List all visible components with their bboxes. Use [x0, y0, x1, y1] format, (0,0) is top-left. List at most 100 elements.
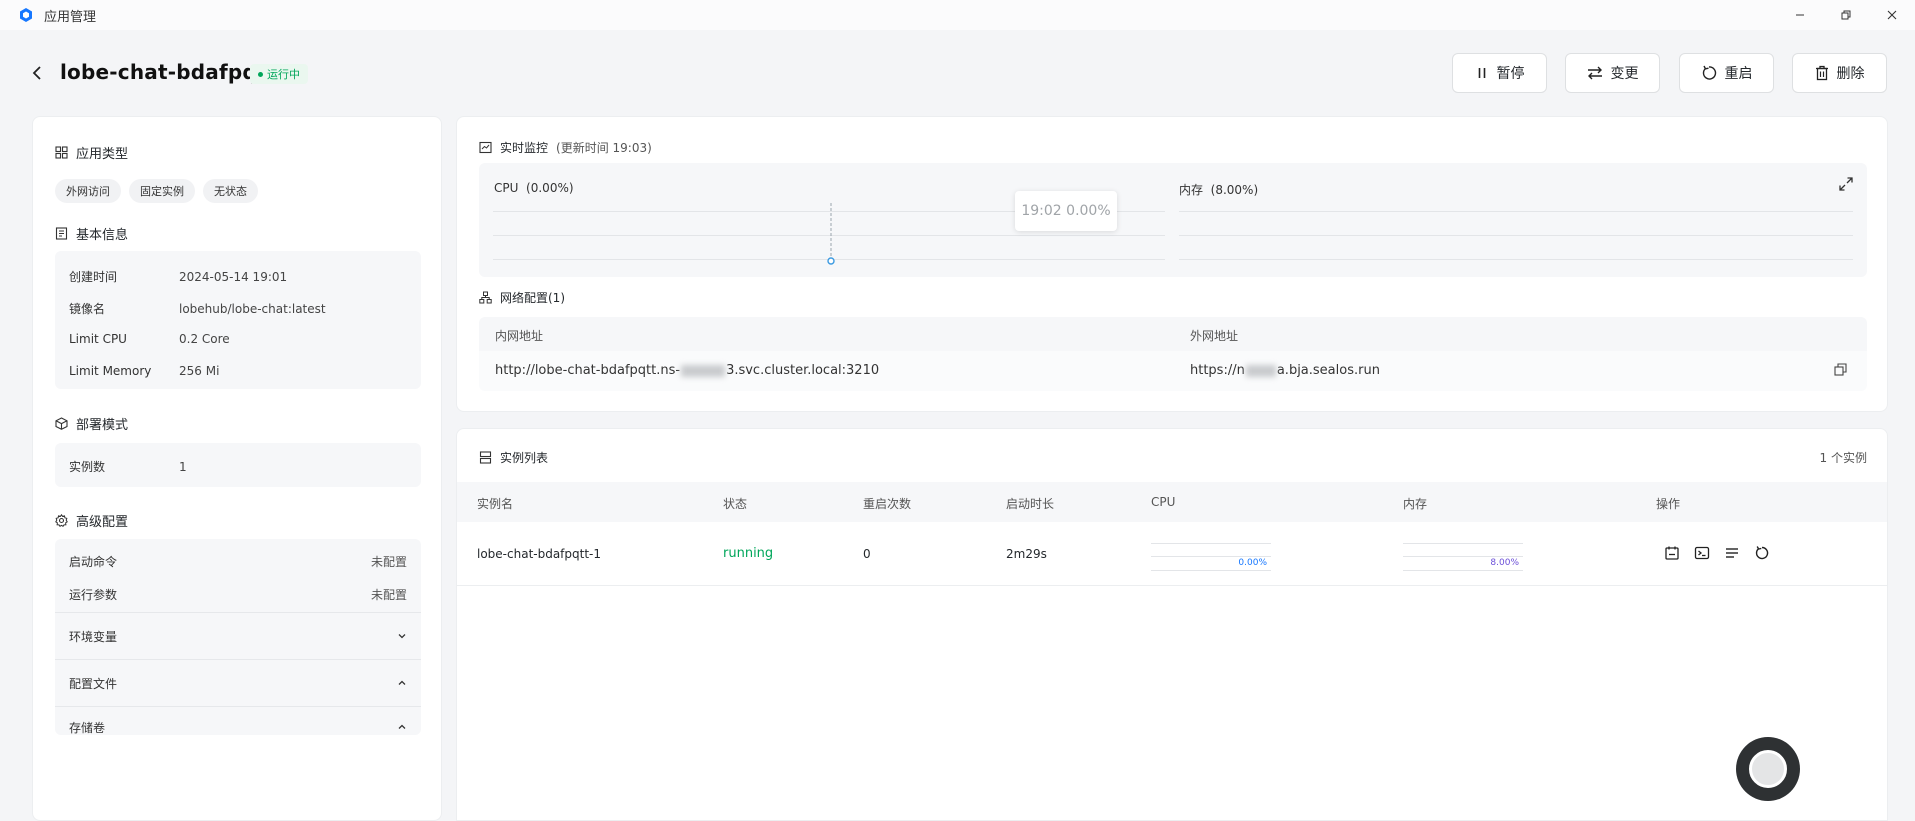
mini-grid-line [1151, 556, 1271, 557]
cube-icon [55, 417, 68, 430]
info-label: 实例数 [69, 460, 106, 474]
mem-grid-line [1179, 235, 1853, 236]
info-label: Limit CPU [69, 332, 127, 346]
info-label: 镜像名 [69, 302, 106, 316]
internal-address-header: 内网地址 [495, 329, 544, 343]
copy-address-button[interactable] [1834, 363, 1847, 380]
internal-address[interactable]: http://lobe-chat-bdafpqtt.ns- 3.svc.clust… [495, 363, 879, 378]
col-status: 状态 [723, 497, 748, 511]
info-row-limit-cpu: Limit CPU 0.2 Core [69, 332, 230, 346]
logs-icon [1726, 548, 1738, 558]
app-type-tags: 外网访问 固定实例 无状态 [55, 179, 258, 203]
external-address[interactable]: https://n a.bja.sealos.run [1190, 363, 1380, 378]
pause-icon [1478, 68, 1485, 78]
instance-mem-value: 8.00% [1490, 558, 1519, 568]
restore-icon [1841, 10, 1851, 20]
cpu-label: CPU [494, 181, 519, 195]
restore-button[interactable] [1823, 0, 1869, 30]
instance-status: running [723, 546, 774, 561]
expand-chart-button[interactable] [1839, 177, 1853, 195]
restart-button[interactable]: 重启 [1679, 53, 1774, 93]
floating-button-inner [1749, 750, 1787, 788]
info-value: 2024-05-14 19:01 [179, 270, 288, 284]
change-button[interactable]: 变更 [1565, 53, 1660, 93]
close-icon [1887, 10, 1897, 20]
instance-name: lobe-chat-bdafpqtt-1 [477, 547, 602, 561]
collapse-volumes[interactable]: 存储卷 [55, 706, 421, 735]
chevron-up-icon [398, 724, 406, 729]
info-label: Limit Memory [69, 364, 152, 378]
cpu-value: (0.00%) [526, 181, 574, 195]
mini-grid-line [1403, 543, 1523, 544]
info-value: 1 [179, 460, 187, 474]
monitor-chart-area: CPU (0.00%) 19:02 0.00% 内存 (8.00%) [479, 163, 1867, 277]
app-detail-header: lobe-chat-bdafpqtt 运行中 暂停 变更 重启 删除 [0, 50, 1915, 96]
info-value: 0.2 Core [179, 332, 230, 346]
basic-info-box: 创建时间 2024-05-14 19:01 镜像名 lobehub/lobe-cha… [55, 251, 421, 389]
delete-label: 删除 [1836, 66, 1865, 82]
mini-grid-line [1403, 556, 1523, 557]
floating-assistant-button[interactable] [1736, 737, 1800, 801]
detail-button[interactable] [1663, 544, 1681, 562]
external-address-prefix: https://n [1190, 363, 1245, 378]
mini-grid-line [1151, 543, 1271, 544]
info-value: lobehub/lobe-chat:latest [179, 302, 326, 316]
collapse-config-files[interactable]: 配置文件 [55, 659, 421, 706]
page-title: lobe-chat-bdafpqtt [60, 60, 277, 84]
network-table: 内网地址 外网地址 http://lobe-chat-bdafpqtt.ns- 3… [479, 317, 1867, 391]
col-uptime: 启动时长 [1006, 497, 1055, 511]
window-title: 应用管理 [44, 9, 97, 25]
status-dot-icon [258, 71, 263, 77]
network-table-row: http://lobe-chat-bdafpqtt.ns- 3.svc.clust… [479, 351, 1867, 391]
app-type-title: 应用类型 [76, 147, 129, 162]
back-button[interactable] [26, 60, 48, 86]
terminal-button[interactable] [1693, 544, 1711, 562]
logs-button[interactable] [1723, 544, 1741, 562]
advanced-box: 启动命令 未配置 运行参数 未配置 环境变量 配置文件 存储卷 [55, 539, 421, 735]
detail-icon [1665, 546, 1679, 560]
collapse-label: 配置文件 [69, 676, 118, 691]
adv-row-command: 启动命令 未配置 [69, 553, 407, 570]
expand-icon [1839, 177, 1853, 191]
instance-restarts: 0 [863, 547, 871, 561]
back-arrow-icon [32, 66, 41, 80]
monitor-title-text: 实时监控 [500, 141, 549, 155]
close-window-button[interactable] [1869, 0, 1915, 30]
collapse-env-vars[interactable]: 环境变量 [55, 612, 421, 659]
col-cpu: CPU [1151, 495, 1176, 509]
copy-icon [1834, 363, 1847, 376]
trash-icon [1815, 65, 1828, 81]
collapse-label: 存储卷 [69, 720, 106, 735]
info-row-replicas: 实例数 1 [69, 458, 187, 475]
redacted-blur [1245, 364, 1276, 377]
col-instance-name: 实例名 [477, 497, 514, 511]
collapse-label: 环境变量 [69, 629, 118, 644]
deploy-mode-title: 部署模式 [76, 418, 129, 433]
instance-list-title: 实例列表 [479, 449, 548, 466]
deploy-mode-box: 实例数 1 [55, 443, 421, 487]
info-value: 256 Mi [179, 364, 220, 378]
tag-external-access: 外网访问 [55, 179, 121, 203]
info-row-created: 创建时间 2024-05-14 19:01 [69, 268, 287, 285]
instance-cpu-mini-chart: 0.00% [1151, 543, 1271, 571]
mem-label: 内存 [1179, 183, 1204, 197]
instance-actions [1663, 544, 1771, 562]
pause-label: 暂停 [1496, 66, 1525, 82]
minimize-button[interactable] [1777, 0, 1823, 30]
external-address-header: 外网地址 [1190, 329, 1239, 343]
restart-label: 重启 [1724, 66, 1753, 82]
delete-button[interactable]: 删除 [1792, 53, 1887, 93]
monitor-network-panel: 实时监控 (更新时间 19:03) CPU (0.00%) 19:02 0.00… [456, 116, 1888, 412]
info-row-image: 镜像名 lobehub/lobe-chat:latest [69, 300, 326, 317]
change-label: 变更 [1610, 66, 1639, 82]
restart-instance-button[interactable] [1753, 544, 1771, 562]
info-row-limit-memory: Limit Memory 256 Mi [69, 364, 219, 378]
gear-icon [55, 514, 68, 527]
adv-label: 运行参数 [69, 588, 118, 602]
network-tree-icon [479, 291, 492, 304]
external-address-suffix: a.bja.sealos.run [1276, 363, 1380, 378]
pause-button[interactable]: 暂停 [1452, 53, 1547, 93]
adv-value: 未配置 [370, 555, 407, 569]
instance-count: 1 个实例 [1819, 451, 1867, 465]
instance-table-header: 实例名 状态 重启次数 启动时长 CPU 内存 操作 [457, 482, 1887, 522]
